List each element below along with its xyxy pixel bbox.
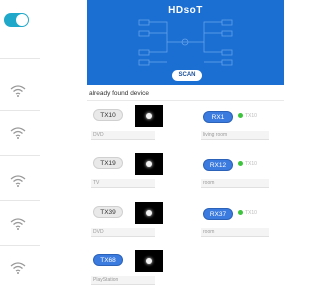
rx-button[interactable]: RX1: [203, 111, 233, 123]
light-dot: [146, 258, 152, 264]
toggle-knob: [16, 14, 28, 26]
link-status-dot: [238, 210, 243, 216]
device-app-panel: HDsoT SCAN already found device TX10 DVD…: [87, 0, 284, 298]
rx-link-label: TX10: [245, 210, 257, 216]
video-thumbnail[interactable]: [135, 250, 163, 272]
rx-button[interactable]: RX37: [203, 208, 233, 220]
video-thumbnail[interactable]: [135, 202, 163, 224]
wifi-toggle[interactable]: [4, 13, 29, 27]
hero-title: HDsoT: [168, 5, 203, 16]
rx-link-status: TX10: [238, 113, 257, 119]
rx-link-status: TX10: [238, 161, 257, 167]
divider: [0, 155, 40, 156]
device-row: TX68 PlayStation: [87, 250, 284, 290]
rx-name-field[interactable]: living room: [201, 131, 269, 140]
rx-name-field[interactable]: room: [201, 228, 269, 237]
tx-button[interactable]: TX19: [93, 157, 123, 169]
rx-name-field[interactable]: room: [201, 179, 269, 188]
light-dot: [146, 113, 152, 119]
divider: [0, 110, 40, 111]
tx-button[interactable]: TX68: [93, 254, 123, 266]
tx-name-field[interactable]: TV: [91, 179, 155, 188]
wifi-signal-icon[interactable]: [10, 127, 26, 139]
divider: [87, 100, 284, 101]
device-row: TX19 TV RX12 TX10 room: [87, 153, 284, 193]
divider: [0, 58, 40, 59]
scan-button[interactable]: SCAN: [172, 70, 202, 81]
wifi-signal-icon[interactable]: [10, 218, 26, 230]
found-devices-heading: already found device: [89, 90, 149, 97]
wifi-signal-icon[interactable]: [10, 85, 26, 97]
wifi-signal-icon[interactable]: [10, 175, 26, 187]
rx-link-label: TX10: [245, 113, 257, 119]
video-thumbnail[interactable]: [135, 105, 163, 127]
rx-button[interactable]: RX12: [203, 159, 233, 171]
tx-name-field[interactable]: PlayStation: [91, 276, 155, 285]
light-dot: [146, 210, 152, 216]
hero-banner: HDsoT SCAN: [87, 0, 284, 85]
link-status-dot: [238, 113, 243, 119]
tx-name-field[interactable]: DVD: [91, 228, 155, 237]
divider: [0, 200, 40, 201]
tx-name-field[interactable]: DVD: [91, 131, 155, 140]
device-row: TX39 DVD RX37 TX10 room: [87, 202, 284, 242]
tx-button[interactable]: TX39: [93, 206, 123, 218]
divider: [0, 245, 40, 246]
video-thumbnail[interactable]: [135, 153, 163, 175]
rx-link-label: TX10: [245, 161, 257, 167]
tx-button[interactable]: TX10: [93, 109, 123, 121]
wifi-signal-icon[interactable]: [10, 262, 26, 274]
wifi-settings-strip: [0, 0, 40, 298]
link-status-dot: [238, 161, 243, 167]
light-dot: [146, 161, 152, 167]
device-row: TX10 DVD RX1 TX10 living room: [87, 105, 284, 145]
rx-link-status: TX10: [238, 210, 257, 216]
